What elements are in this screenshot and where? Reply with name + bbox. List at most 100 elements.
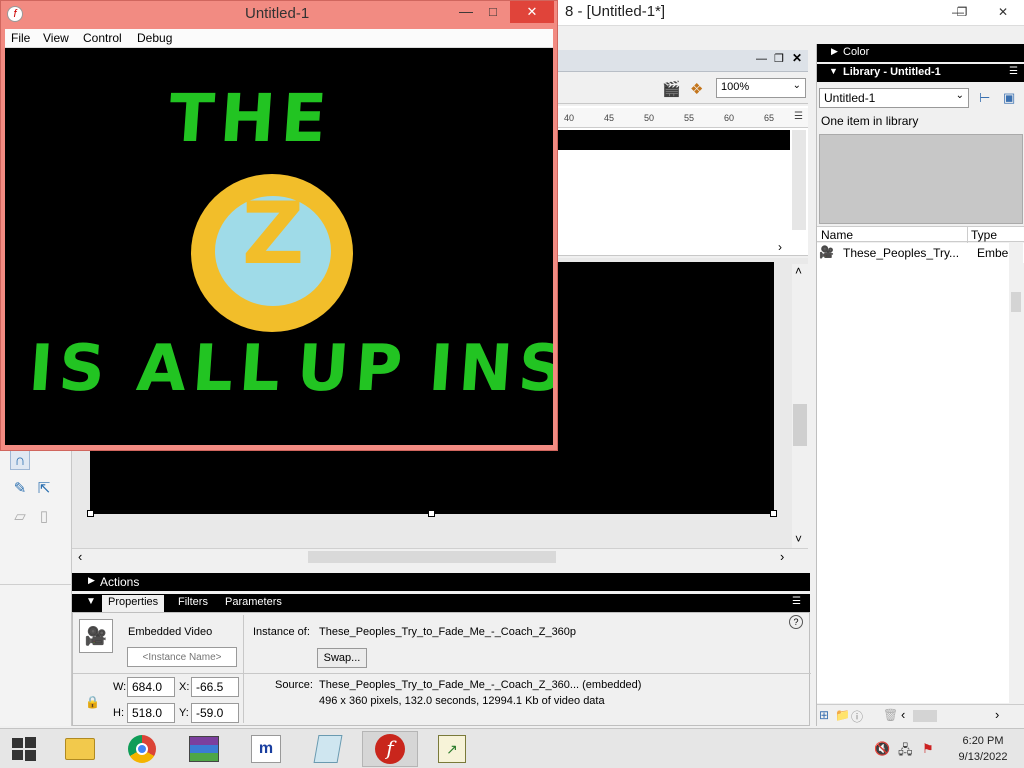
zoom-select[interactable]: 100% ⌄	[716, 78, 806, 98]
winrar-icon	[189, 736, 219, 762]
player-maximize-button[interactable]: □	[489, 4, 497, 19]
y-field[interactable]	[191, 703, 239, 723]
scroll-up-icon[interactable]: ˄	[795, 264, 802, 278]
actions-panel-bar[interactable]: ▶ Actions	[72, 573, 810, 591]
stage-vscroll-thumb[interactable]	[793, 404, 807, 446]
timeline-scroll-right-icon[interactable]: ›	[778, 240, 782, 254]
tab-filters[interactable]: Filters	[172, 595, 214, 612]
network-icon[interactable]: 🖧	[898, 741, 913, 763]
ide-close-button[interactable]: ✕	[982, 0, 1024, 24]
video-text-the: THE	[166, 80, 336, 157]
collapse-triangle-icon[interactable]: ▼	[86, 596, 96, 607]
width-field[interactable]	[127, 677, 175, 697]
col-type-header[interactable]: Type	[971, 228, 997, 242]
rotate-icon[interactable]: ▱	[10, 506, 30, 526]
library-panel-label: Library - Untitled-1	[843, 66, 941, 78]
player-close-button[interactable]: ✕	[510, 1, 554, 23]
menu-control[interactable]: Control	[83, 31, 122, 45]
height-field[interactable]	[127, 703, 175, 723]
ruler-tick: 55	[684, 113, 695, 123]
pin-library-icon[interactable]: ⊢	[979, 90, 990, 106]
scroll-left-icon[interactable]: ‹	[901, 707, 905, 722]
col-name-header[interactable]: Name	[821, 228, 853, 242]
tab-parameters[interactable]: Parameters	[219, 595, 288, 612]
menu-file[interactable]: File	[11, 31, 30, 45]
timeline: 40 45 50 55 60 65 ☰ ›	[558, 106, 808, 256]
ruler-tick: 40	[564, 113, 575, 123]
stage-vertical-scrollbar[interactable]: ˄ ˅	[792, 264, 808, 548]
props-divider-h	[73, 673, 811, 674]
library-select-value: Untitled-1	[824, 91, 876, 105]
library-panel-bar[interactable]: ▼ Library - Untitled-1 ☰	[817, 64, 1024, 82]
straighten-icon[interactable]: ⇱	[34, 478, 54, 498]
video-text-all: ALL	[134, 332, 289, 406]
doc-restore-icon[interactable]: ❐	[774, 52, 784, 65]
timeline-vertical-scrollbar[interactable]	[792, 130, 806, 230]
volume-muted-icon[interactable]: 🔇	[874, 741, 890, 757]
transform-handle[interactable]	[87, 510, 94, 517]
library-item-row[interactable]: 🎥 These_Peoples_Try... Embe	[817, 243, 1024, 263]
taskbar-file-explorer[interactable]	[52, 731, 108, 767]
frame-ruler: 40 45 50 55 60 65 ☰	[558, 108, 808, 128]
panel-menu-icon[interactable]: ☰	[1009, 66, 1018, 77]
action-center-icon[interactable]: ⚑	[922, 741, 934, 757]
edit-scene-icon[interactable]: 🎬	[662, 80, 681, 98]
properties-icon[interactable]: ⓘ	[851, 708, 863, 725]
stage-hscroll-thumb[interactable]	[308, 551, 556, 563]
transform-handle[interactable]	[428, 510, 435, 517]
panel-menu-icon[interactable]: ☰	[792, 596, 801, 607]
menu-debug[interactable]: Debug	[137, 31, 172, 45]
scale-icon[interactable]: ▯	[34, 506, 54, 526]
ide-restore-button[interactable]: ❐	[940, 0, 984, 24]
timeline-menu-icon[interactable]: ☰	[794, 111, 803, 122]
library-hscroll-thumb[interactable]	[913, 710, 937, 722]
taskbar-clock[interactable]: 6:20 PM 9/13/2022	[944, 733, 1022, 765]
scroll-left-icon[interactable]: ‹	[78, 549, 82, 564]
doc-minimize-icon[interactable]: —	[756, 53, 767, 65]
lock-icon[interactable]: 🔒	[85, 695, 100, 709]
h-label: H:	[113, 707, 124, 719]
edit-symbols-icon[interactable]: ❖	[690, 80, 703, 98]
scroll-down-icon[interactable]: ˅	[795, 532, 802, 546]
document-header: — ❐ ✕	[558, 50, 808, 72]
tab-properties[interactable]: Properties	[102, 595, 165, 612]
library-list[interactable]	[817, 263, 1009, 703]
scroll-right-icon[interactable]: ›	[780, 549, 784, 564]
player-minimize-button[interactable]: —	[459, 3, 473, 19]
x-field[interactable]	[191, 677, 239, 697]
taskbar-winrar[interactable]	[176, 731, 232, 767]
taskbar-chrome[interactable]	[114, 731, 170, 767]
swap-button[interactable]: Swap...	[317, 648, 367, 668]
new-library-panel-icon[interactable]: ▣	[1003, 90, 1015, 106]
ruler-tick: 65	[764, 113, 775, 123]
timeline-frames-row[interactable]	[558, 130, 790, 150]
menu-view[interactable]: View	[43, 31, 69, 45]
instance-name-input[interactable]	[127, 647, 237, 667]
taskbar-media-player[interactable]: m	[238, 731, 294, 767]
library-document-select[interactable]: Untitled-1 ⌄	[819, 88, 969, 108]
taskbar-graph-app[interactable]: ↗	[424, 731, 480, 767]
source-details: 496 x 360 pixels, 132.0 seconds, 12994.1…	[319, 695, 605, 707]
library-vscroll-thumb[interactable]	[1011, 292, 1021, 312]
player-menu-bar: File View Control Debug	[5, 29, 553, 48]
library-bottom-bar: ⊞ 📁 ⓘ 🗑 ‹ ›	[817, 704, 1024, 726]
taskbar-notepad[interactable]	[300, 731, 356, 767]
start-button[interactable]	[0, 731, 48, 767]
doc-close-icon[interactable]: ✕	[792, 51, 802, 65]
library-vertical-scrollbar[interactable]	[1009, 242, 1023, 702]
delete-icon[interactable]: 🗑	[883, 708, 898, 722]
taskbar-flash[interactable]: f	[362, 731, 418, 767]
color-panel-bar[interactable]: ▶ Color	[817, 44, 1024, 62]
stage-horizontal-scrollbar[interactable]: ‹ ›	[72, 548, 808, 564]
new-symbol-icon[interactable]: ⊞	[819, 708, 829, 722]
transform-handle[interactable]	[770, 510, 777, 517]
scroll-right-icon[interactable]: ›	[995, 707, 999, 722]
magnet-icon[interactable]: ∩	[10, 450, 30, 470]
color-panel-label: Color	[843, 46, 870, 58]
instance-of-value: These_Peoples_Try_to_Fade_Me_-_Coach_Z_3…	[319, 626, 577, 638]
properties-body: 🎥 Embedded Video Instance of: These_Peop…	[72, 612, 811, 726]
ruler-tick: 50	[644, 113, 655, 123]
new-folder-icon[interactable]: 📁	[835, 708, 850, 722]
help-icon[interactable]: ?	[789, 615, 803, 629]
smooth-icon[interactable]: ✎	[10, 478, 30, 498]
